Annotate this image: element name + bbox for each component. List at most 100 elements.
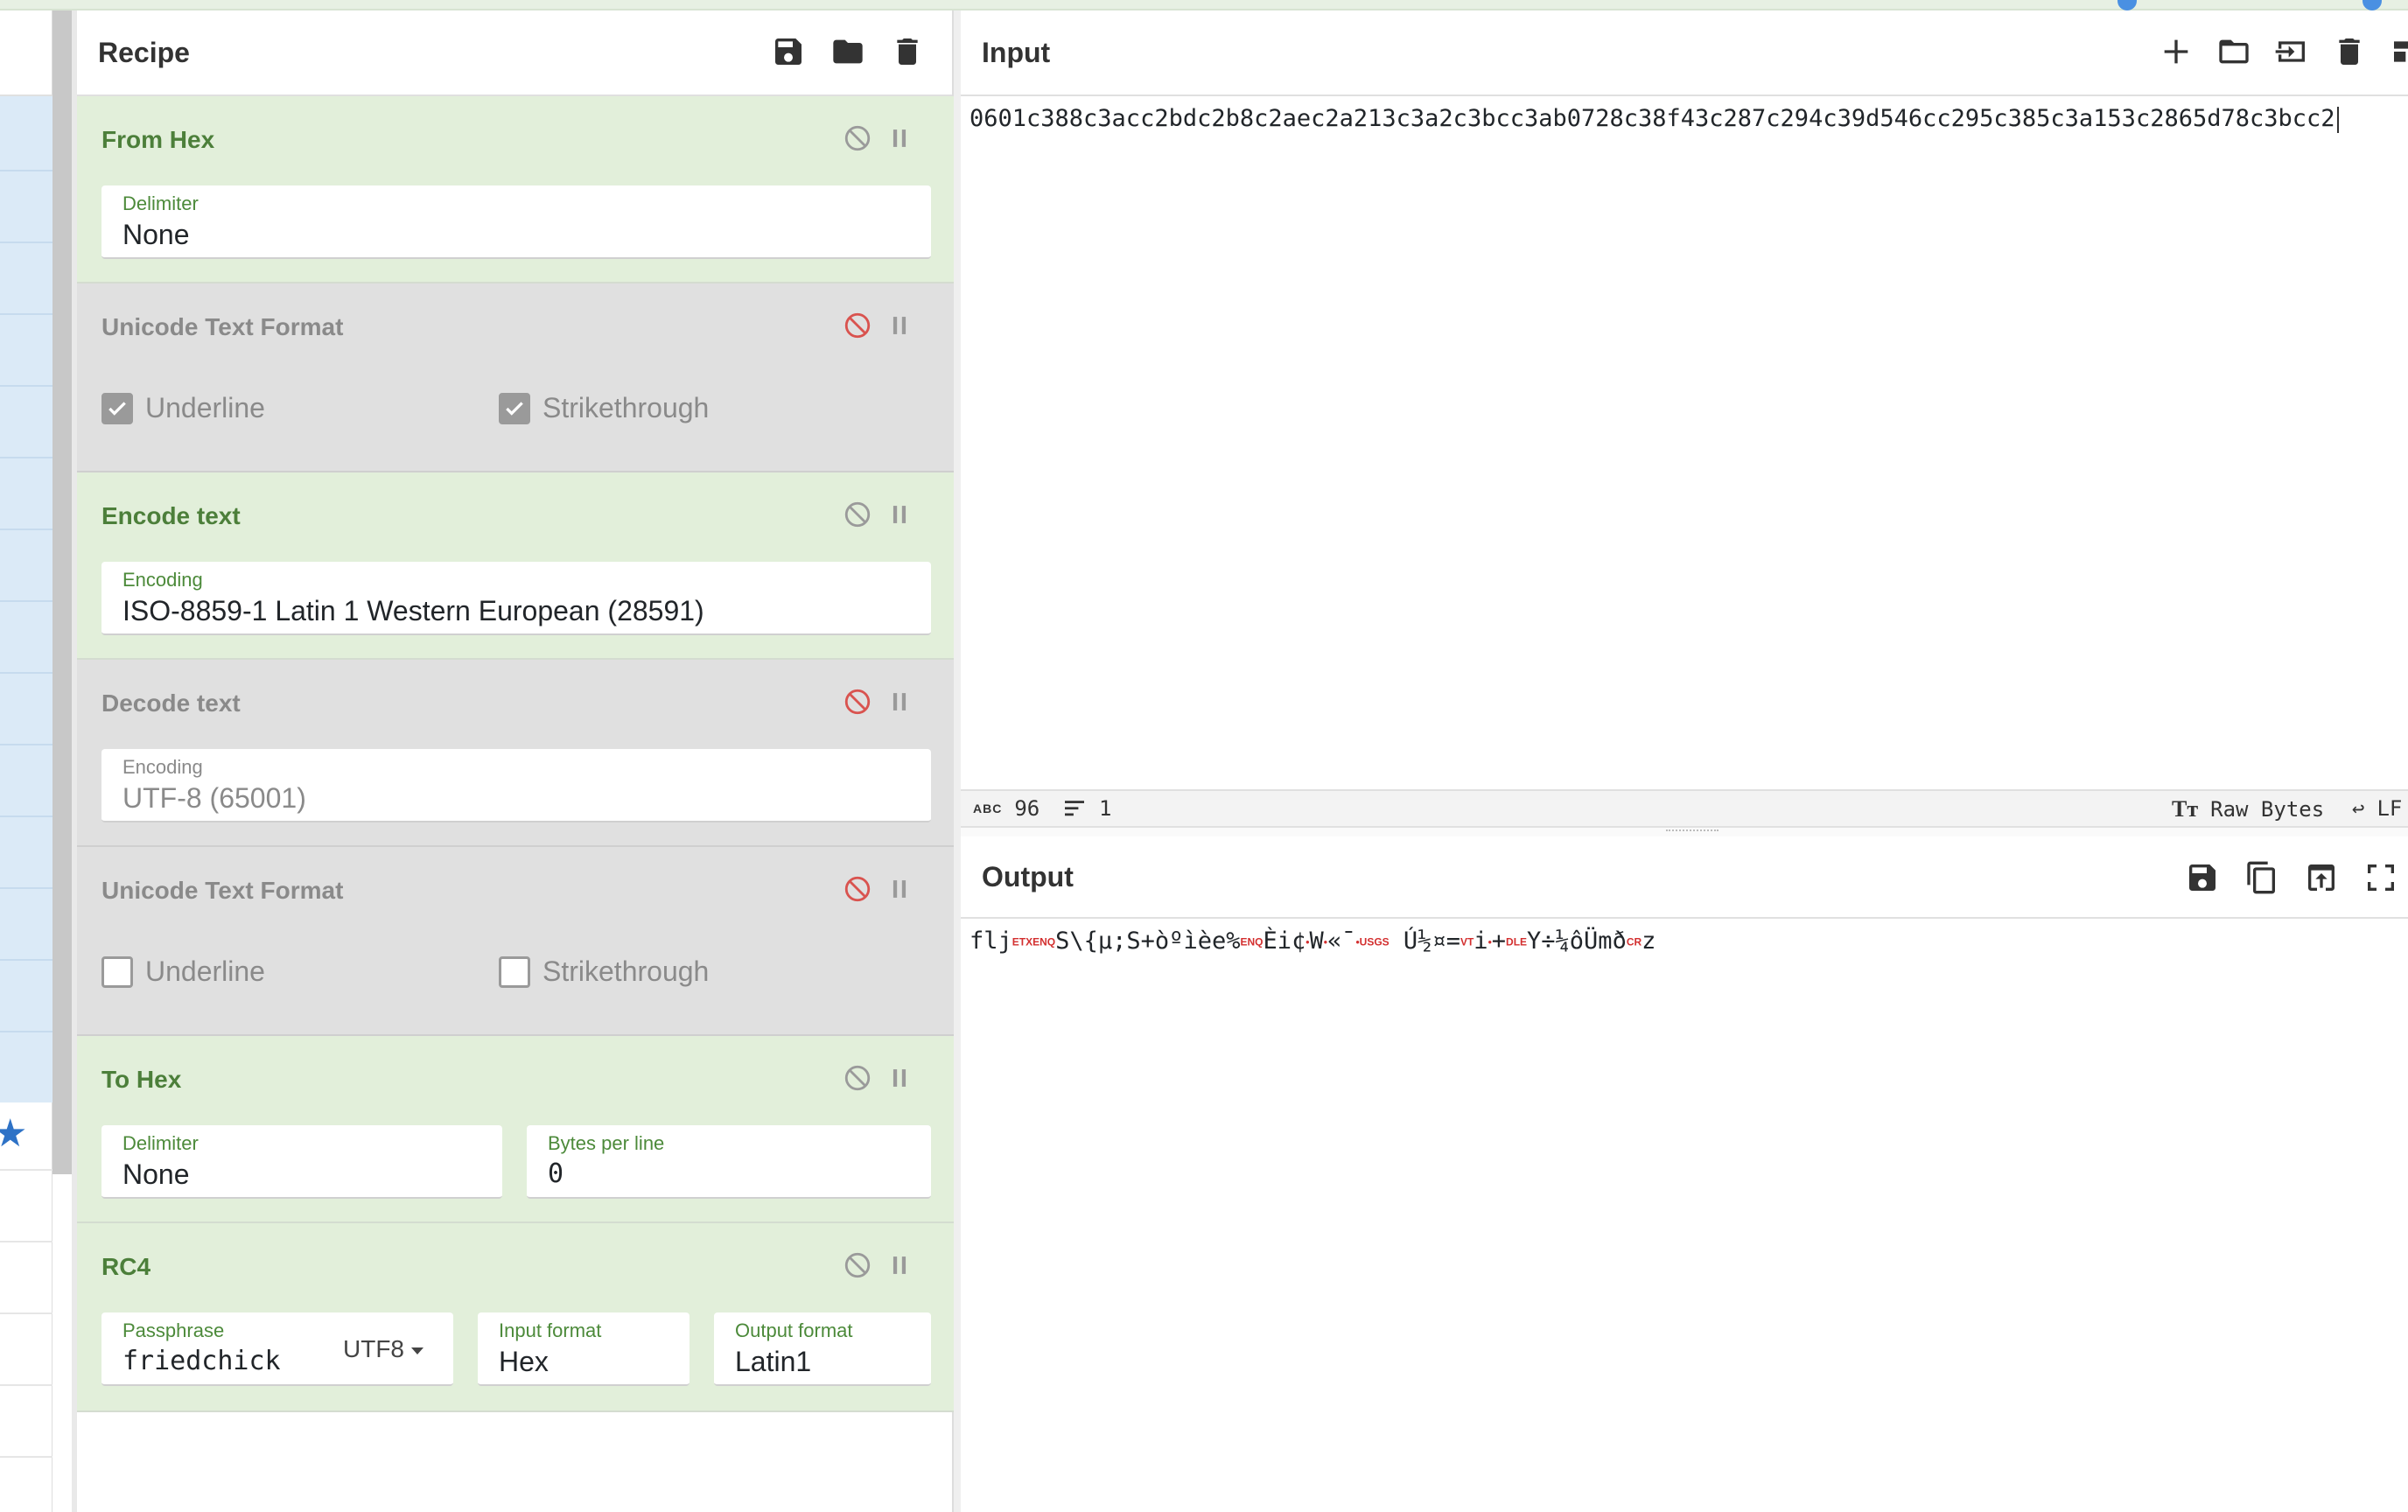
op-title: Unicode Text Format xyxy=(102,313,344,340)
checkbox-checked-icon[interactable] xyxy=(102,392,133,424)
operations-search[interactable] xyxy=(0,10,52,96)
disable-op-icon[interactable] xyxy=(840,684,875,719)
operations-scrollbar[interactable] xyxy=(52,10,72,1174)
op-unicode-text-format-2[interactable]: Unicode Text Format Underline Strikethro… xyxy=(77,847,954,1036)
output-format-select[interactable]: Output format Latin1 xyxy=(714,1312,931,1386)
checkbox-unchecked-icon[interactable] xyxy=(499,956,530,988)
control-char-marker: CR xyxy=(1626,935,1642,948)
op-title: Encode text xyxy=(102,502,241,529)
output-text[interactable]: fljETXENQS\{µ;S+òºìèe%ENQÈi¢•W•«¯•USGS Ú… xyxy=(970,928,1656,955)
control-char-marker: US xyxy=(1359,935,1375,948)
underline-checkbox[interactable]: Underline xyxy=(102,392,265,424)
recipe-panel: Recipe From Hex Delimiter None Unicode T… xyxy=(77,10,954,1512)
op-title: Decode text xyxy=(102,690,241,717)
save-icon[interactable] xyxy=(770,33,807,70)
checkbox-checked-icon[interactable] xyxy=(499,392,530,424)
field-value: ISO-8859-1 Latin 1 Western European (285… xyxy=(122,595,704,626)
control-char-marker: VT xyxy=(1460,935,1474,948)
breakpoint-pause-icon[interactable] xyxy=(882,684,917,719)
op-title: To Hex xyxy=(102,1066,182,1093)
copy-icon[interactable] xyxy=(2244,859,2280,896)
bytes-per-line-field[interactable]: Bytes per line 0 xyxy=(527,1125,931,1199)
length-indicator: ABC 96 xyxy=(973,796,1040,821)
checkbox-label: Underline xyxy=(145,392,265,424)
import-icon[interactable] xyxy=(2273,33,2310,70)
disable-op-icon[interactable] xyxy=(840,121,875,156)
control-char-marker: ETX xyxy=(1012,935,1033,948)
input-textarea[interactable]: 0601c388c3acc2bdc2b8c2aec2a213c3a2c3bcc3… xyxy=(970,105,2339,133)
disable-op-icon[interactable] xyxy=(840,308,875,343)
folder-icon[interactable] xyxy=(2216,33,2252,70)
checkbox-unchecked-icon[interactable] xyxy=(102,956,133,988)
field-label: Delimiter xyxy=(122,1132,199,1154)
folder-icon[interactable] xyxy=(830,33,866,70)
field-label: Delimiter xyxy=(122,192,199,214)
field-value: UTF-8 (65001) xyxy=(122,782,306,814)
strikethrough-checkbox[interactable]: Strikethrough xyxy=(499,956,709,988)
top-strip xyxy=(0,0,2408,10)
eol-value: LF xyxy=(2376,796,2403,821)
resize-grip-icon[interactable] xyxy=(1666,830,1718,833)
abc-icon: ABC xyxy=(973,802,1003,816)
output-title: Output xyxy=(982,860,1074,892)
input-title: Input xyxy=(982,36,1051,68)
io-resizer[interactable] xyxy=(961,828,2408,836)
output-segment: S\{µ;S+òºìèe% xyxy=(1055,928,1241,955)
column-resizer[interactable] xyxy=(954,10,961,1512)
input-format-select[interactable]: Input format Hex xyxy=(478,1312,690,1386)
output-segment: «¯ xyxy=(1326,928,1356,955)
trash-icon[interactable] xyxy=(889,33,926,70)
text-caret xyxy=(2336,106,2339,133)
op-to-hex[interactable]: To Hex Delimiter None Bytes per line 0 xyxy=(77,1036,954,1223)
underline-checkbox[interactable]: Underline xyxy=(102,956,265,988)
star-icon[interactable]: ★ xyxy=(0,1115,27,1153)
favourites-list xyxy=(0,96,52,1102)
control-char-marker: GS xyxy=(1374,935,1390,948)
layout-icon[interactable] xyxy=(2389,33,2408,70)
disable-op-icon[interactable] xyxy=(840,872,875,906)
save-icon[interactable] xyxy=(2184,859,2221,896)
lines-value: 1 xyxy=(1099,796,1112,821)
disable-op-icon[interactable] xyxy=(840,497,875,532)
eol-button[interactable]: ↩ LF xyxy=(2352,796,2402,821)
field-value: None xyxy=(122,219,190,250)
output-segment: W xyxy=(1309,928,1324,955)
field-value: 0 xyxy=(548,1158,564,1189)
field-label: Bytes per line xyxy=(548,1132,665,1154)
disable-op-icon[interactable] xyxy=(840,1248,875,1283)
delimiter-field[interactable]: Delimiter None xyxy=(102,186,931,259)
breakpoint-pause-icon[interactable] xyxy=(882,121,917,156)
encoding-select[interactable]: Encoding UTF-8 (65001) xyxy=(102,749,931,822)
breakpoint-pause-icon[interactable] xyxy=(882,308,917,343)
breakpoint-pause-icon[interactable] xyxy=(882,872,917,906)
checkbox-label: Strikethrough xyxy=(542,392,710,424)
chr-encoding-button[interactable]: Tт Raw Bytes xyxy=(2172,796,2324,822)
input-header: Input xyxy=(961,10,2408,96)
trash-icon[interactable] xyxy=(2331,33,2368,70)
op-from-hex[interactable]: From Hex Delimiter None xyxy=(77,96,954,284)
op-encode-text[interactable]: Encode text Encoding ISO-8859-1 Latin 1 … xyxy=(77,472,954,660)
delimiter-field[interactable]: Delimiter None xyxy=(102,1125,502,1199)
disable-op-icon[interactable] xyxy=(840,1060,875,1096)
passphrase-field[interactable]: Passphrase friedchick UTF8 xyxy=(102,1312,453,1386)
output-segment: + xyxy=(1491,928,1507,955)
op-rc4[interactable]: RC4 Passphrase friedchick UTF8 Input for… xyxy=(77,1223,954,1412)
recipe-title: Recipe xyxy=(98,36,190,68)
op-unicode-text-format-1[interactable]: Unicode Text Format Underline Strikethro… xyxy=(77,284,954,472)
passphrase-encoding-dropdown[interactable]: UTF8 xyxy=(343,1335,424,1363)
output-segment: Y÷¼ôÜmð xyxy=(1527,928,1627,955)
breakpoint-pause-icon[interactable] xyxy=(882,1060,917,1096)
fullscreen-icon[interactable] xyxy=(2362,859,2399,896)
replace-input-icon[interactable] xyxy=(2303,859,2340,896)
field-label: Input format xyxy=(499,1320,602,1341)
strikethrough-checkbox[interactable]: Strikethrough xyxy=(499,392,709,424)
operations-pane: ★ xyxy=(0,10,52,1512)
breakpoint-pause-icon[interactable] xyxy=(882,497,917,532)
plus-icon[interactable] xyxy=(2158,33,2194,70)
encoding-select[interactable]: Encoding ISO-8859-1 Latin 1 Western Euro… xyxy=(102,562,931,635)
op-decode-text[interactable]: Decode text Encoding UTF-8 (65001) xyxy=(77,660,954,847)
output-segment: Èi¢ xyxy=(1263,928,1306,955)
return-arrow-icon: ↩ xyxy=(2352,796,2365,821)
field-label: Encoding xyxy=(122,756,203,778)
breakpoint-pause-icon[interactable] xyxy=(882,1248,917,1283)
